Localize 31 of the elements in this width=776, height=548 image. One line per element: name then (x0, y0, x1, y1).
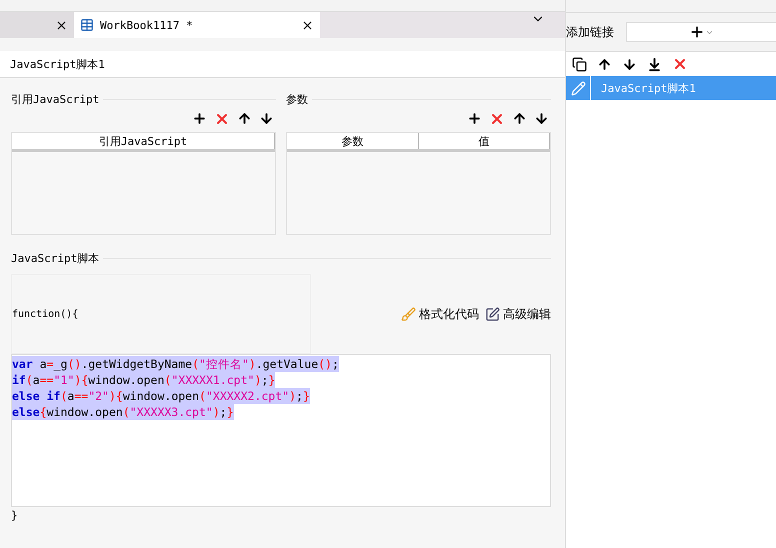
copy-button[interactable] (572, 56, 587, 72)
edit-icon (485, 306, 500, 322)
document-tab[interactable]: WorkBook1117 * (74, 12, 320, 38)
code-editor[interactable]: var a=_g().getWidgetByName("控件名").getValue(); if(a=="1"){window.open("XXXXX1.cpt");} else if(a=="2"){window.open("XXXXX2.cpt");} else{window.open("XXXXX3.cpt");} (11, 354, 551, 507)
pencil-icon (570, 80, 586, 96)
workbook-icon (80, 18, 94, 32)
close-icon[interactable] (301, 18, 314, 32)
move-down-button[interactable] (534, 111, 549, 127)
column-header: 参数 (287, 133, 418, 149)
add-link-label: 添加链接 (566, 24, 614, 40)
advanced-edit-button[interactable]: 高级编辑 (479, 306, 551, 322)
move-up-button[interactable] (597, 56, 612, 72)
format-code-button[interactable]: 格式化代码 (395, 306, 479, 322)
column-header: 值 (418, 133, 550, 149)
move-to-bottom-button[interactable] (647, 56, 662, 72)
function-footer: } (11, 509, 18, 522)
move-down-button[interactable] (259, 111, 274, 127)
delete-button[interactable] (489, 111, 505, 127)
tab-title: WorkBook1117 * (100, 18, 193, 32)
brush-icon (401, 306, 416, 322)
section-title: JavaScript脚本 (11, 251, 100, 266)
close-icon[interactable] (55, 18, 68, 32)
section-title: 参数 (286, 92, 308, 107)
dialog-title: JavaScript脚本1 (10, 56, 105, 72)
delete-button[interactable] (214, 111, 230, 127)
function-header: function(){ (12, 308, 78, 320)
column-header: 引用JavaScript (12, 133, 275, 149)
delete-button[interactable] (672, 56, 688, 72)
plus-icon (689, 24, 705, 40)
move-down-button[interactable] (622, 56, 637, 72)
section-title: 引用JavaScript (11, 92, 100, 107)
